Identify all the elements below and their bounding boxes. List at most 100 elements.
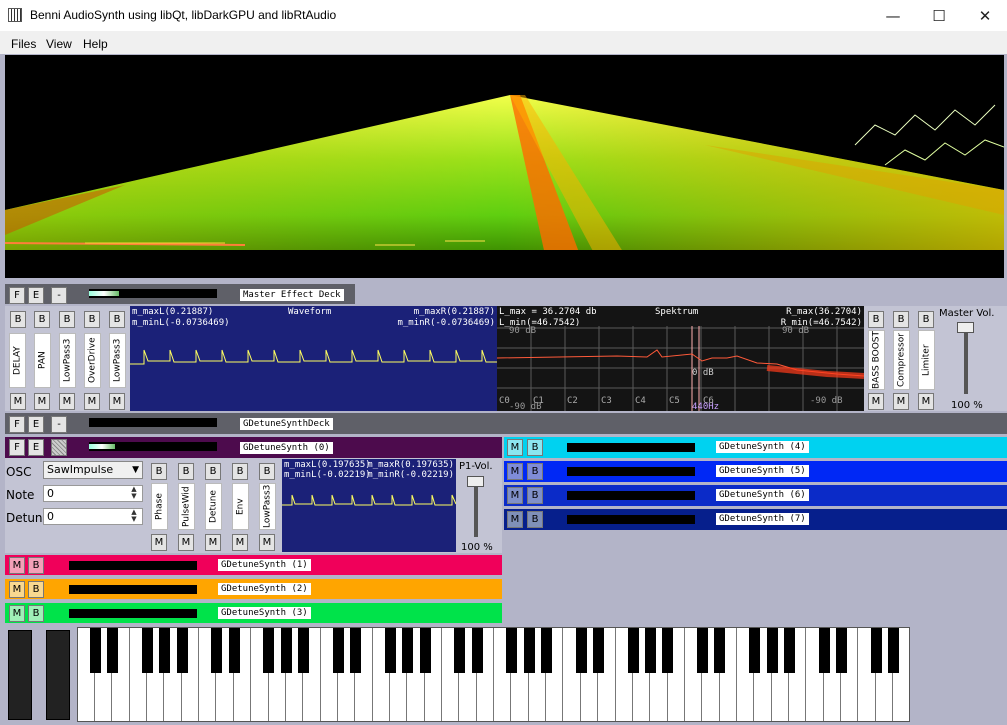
master-volume-slider[interactable]	[957, 322, 974, 333]
lowpass2-bypass-button[interactable]: B	[109, 311, 125, 328]
synth1-mute-button[interactable]: M	[9, 557, 25, 574]
pan-mute-button[interactable]: M	[34, 393, 50, 410]
lowpass-effect[interactable]: LowPass3	[59, 333, 76, 388]
lowpass2-mute-button[interactable]: M	[109, 393, 125, 410]
piano-black-key[interactable]	[662, 628, 674, 673]
deck-collapse-button[interactable]: -	[51, 416, 67, 433]
synth4-mute-button[interactable]: M	[507, 439, 523, 456]
mod-wheel[interactable]	[46, 630, 70, 720]
note-stepper-arrows-icon[interactable]: ▲ ▼	[126, 486, 142, 501]
synth2-bypass-button[interactable]: B	[28, 581, 44, 598]
bassboost-mute-button[interactable]: M	[868, 393, 884, 410]
synth5-mute-button[interactable]: M	[507, 463, 523, 480]
lowpass3-control[interactable]: LowPass3	[259, 483, 276, 530]
piano-black-key[interactable]	[645, 628, 657, 673]
piano-black-key[interactable]	[540, 628, 552, 673]
pan-effect[interactable]: PAN	[34, 333, 51, 388]
p1-volume-slider[interactable]	[467, 476, 484, 487]
piano-black-key[interactable]	[575, 628, 587, 673]
piano-black-key[interactable]	[454, 628, 466, 673]
pulsewid-control[interactable]: PulseWid	[178, 483, 195, 530]
phase-control[interactable]: Phase	[151, 483, 168, 530]
master-e-button[interactable]: E	[28, 287, 44, 304]
master-collapse-button[interactable]: -	[51, 287, 67, 304]
piano-black-key[interactable]	[887, 628, 899, 673]
synth2-mute-button[interactable]: M	[9, 581, 25, 598]
maximize-button[interactable]: ☐	[916, 0, 962, 31]
piano-black-key[interactable]	[714, 628, 726, 673]
synth7-mute-button[interactable]: M	[507, 511, 523, 528]
synth6-bypass-button[interactable]: B	[527, 487, 543, 504]
piano-black-key[interactable]	[593, 628, 604, 673]
overdrive-bypass-button[interactable]: B	[84, 311, 100, 328]
piano-black-key[interactable]	[402, 628, 414, 673]
deck-f-button[interactable]: F	[9, 416, 25, 433]
env-bypass-button[interactable]: B	[232, 463, 248, 480]
piano-black-key[interactable]	[384, 628, 396, 673]
pulsewid-bypass-button[interactable]: B	[178, 463, 194, 480]
detune-bypass-button[interactable]: B	[205, 463, 221, 480]
piano-black-key[interactable]	[783, 628, 795, 673]
bass-boost-effect[interactable]: BASS BOOST	[868, 330, 885, 390]
phase-mute-button[interactable]: M	[151, 534, 167, 551]
detune-stepper-arrows-icon[interactable]: ▲ ▼	[126, 509, 142, 524]
deck-e-button[interactable]: E	[28, 416, 44, 433]
compressor-mute-button[interactable]: M	[893, 393, 909, 410]
delay-mute-button[interactable]: M	[10, 393, 26, 410]
lowpass-mute-button[interactable]: M	[59, 393, 75, 410]
synth4-bypass-button[interactable]: B	[527, 439, 543, 456]
phase-bypass-button[interactable]: B	[151, 463, 167, 480]
piano-black-key[interactable]	[228, 628, 240, 673]
piano-black-key[interactable]	[627, 628, 639, 673]
piano-black-key[interactable]	[298, 628, 310, 673]
piano-black-key[interactable]	[766, 628, 778, 673]
synth3-mute-button[interactable]: M	[9, 605, 25, 622]
lowpass2-effect[interactable]: LowPass3	[109, 333, 126, 388]
limiter-bypass-button[interactable]: B	[918, 311, 934, 328]
piano-black-key[interactable]	[818, 628, 830, 673]
lowpass-bypass-button[interactable]: B	[59, 311, 75, 328]
minimize-button[interactable]: —	[870, 0, 916, 31]
pan-bypass-button[interactable]: B	[34, 311, 50, 328]
limiter-effect[interactable]: Limiter	[918, 330, 935, 390]
piano-black-key[interactable]	[107, 628, 119, 673]
master-f-button[interactable]: F	[9, 287, 25, 304]
piano-black-key[interactable]	[159, 628, 171, 673]
osc-dropdown[interactable]: SawImpulse ▼	[43, 461, 143, 479]
synth0-collapse-button[interactable]	[51, 439, 67, 456]
synth5-bypass-button[interactable]: B	[527, 463, 543, 480]
piano-black-key[interactable]	[350, 628, 362, 673]
pitch-wheel[interactable]	[8, 630, 32, 720]
synth0-f-button[interactable]: F	[9, 439, 25, 456]
overdrive-mute-button[interactable]: M	[84, 393, 100, 410]
piano-black-key[interactable]	[280, 628, 292, 673]
piano-black-key[interactable]	[176, 628, 188, 673]
lowpass3-bypass-button[interactable]: B	[259, 463, 275, 480]
compressor-effect[interactable]: Compressor	[893, 330, 910, 390]
piano-black-key[interactable]	[263, 628, 275, 673]
limiter-mute-button[interactable]: M	[918, 393, 934, 410]
synth6-mute-button[interactable]: M	[507, 487, 523, 504]
piano-black-key[interactable]	[697, 628, 709, 673]
compressor-bypass-button[interactable]: B	[893, 311, 909, 328]
delay-bypass-button[interactable]: B	[10, 311, 26, 328]
bassboost-bypass-button[interactable]: B	[868, 311, 884, 328]
piano-black-key[interactable]	[506, 628, 518, 673]
env-mute-button[interactable]: M	[232, 534, 248, 551]
env-control[interactable]: Env	[232, 483, 249, 530]
detune-mute-button[interactable]: M	[205, 534, 221, 551]
piano-black-key[interactable]	[835, 628, 847, 673]
synth0-e-button[interactable]: E	[28, 439, 44, 456]
synth7-bypass-button[interactable]: B	[527, 511, 543, 528]
piano-black-key[interactable]	[523, 628, 535, 673]
detune-control[interactable]: Detune	[205, 483, 222, 530]
piano-black-key[interactable]	[471, 628, 483, 673]
close-button[interactable]: ✕	[962, 0, 1007, 31]
piano-black-key[interactable]	[419, 628, 431, 673]
piano-black-key[interactable]	[332, 628, 344, 673]
lowpass3-mute-button[interactable]: M	[259, 534, 275, 551]
piano-keyboard[interactable]	[77, 627, 910, 722]
overdrive-effect[interactable]: OverDrive	[84, 333, 101, 388]
menu-view[interactable]: View	[46, 37, 72, 51]
piano-black-key[interactable]	[89, 628, 101, 673]
